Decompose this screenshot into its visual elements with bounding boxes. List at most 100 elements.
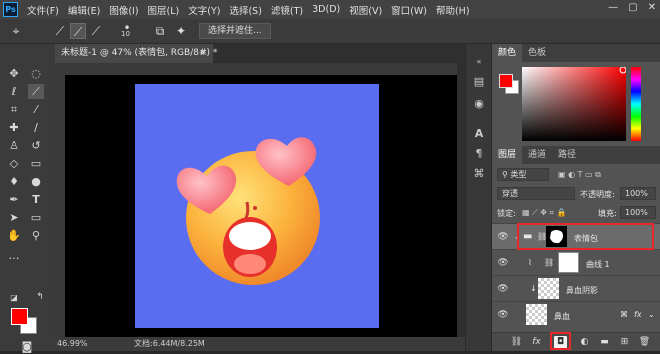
gradient-tool-icon[interactable]: ▭ [28,156,44,171]
collapse-arrows-icon[interactable]: « [471,54,487,70]
history-icon[interactable]: ▤ [471,74,487,90]
maximize-button[interactable]: ▢ [628,2,637,13]
quick-selection-tool-icon[interactable]: ⟋ [28,84,44,99]
more-tools-icon[interactable]: … [6,248,22,263]
menu-layer[interactable]: 图层(L) [148,3,180,17]
filter-kind-label: 类型 [510,170,527,179]
move-tool-icon[interactable]: ✥ [6,66,22,81]
tab-layers[interactable]: 图层 [492,146,523,164]
fill-field[interactable]: 100% [620,206,656,219]
layer-name-curves[interactable]: 曲线 1 [586,259,610,270]
crop-tool-icon[interactable]: ⌗ [6,102,22,117]
document-size[interactable]: 文档:6.44M/8.25M [134,337,205,351]
swap-colors-icon[interactable]: ↰ [32,290,48,305]
minimize-button[interactable]: — [608,2,618,13]
tab-paths[interactable]: 路径 [552,146,582,164]
color-picker-field[interactable] [522,67,626,141]
filter-kind-dropdown[interactable]: ⚲ 类型 [497,168,549,181]
rectangle-tool-icon[interactable]: ▭ [28,210,44,225]
character-icon[interactable]: A [471,126,487,142]
layer-name-nosebleed-shadow[interactable]: 鼻血阴影 [566,285,598,296]
foreground-color-swatch[interactable] [11,308,28,325]
paragraph-icon[interactable]: ¶ [471,146,487,162]
link-icon[interactable]: ⛓ [510,336,523,349]
tab-channels[interactable]: 通道 [522,146,552,164]
brush-size[interactable]: 10 [121,30,130,38]
clone-stamp-icon[interactable]: ♙ [6,138,22,153]
type-tool-icon[interactable]: T [28,192,44,207]
panel-foreground-swatch[interactable] [499,74,513,88]
dodge-tool-icon[interactable]: ● [28,174,44,189]
path-selection-icon[interactable]: ➤ [6,210,22,225]
menu-window[interactable]: 窗口(W) [391,3,427,17]
healing-brush-icon[interactable]: ✚ [6,120,22,135]
menu-image[interactable]: 图像(I) [109,3,138,17]
history-brush-icon[interactable]: ↺ [28,138,44,153]
menu-edit[interactable]: 编辑(E) [68,3,100,17]
nosebleed-thumbnail[interactable] [526,304,547,325]
add-selection-icon[interactable]: ⟋ [70,23,86,39]
new-layer-icon[interactable]: ⊞ [618,336,631,349]
tab-color[interactable]: 颜色 [492,44,523,62]
vertical-scrollbar[interactable] [457,63,465,337]
menu-select[interactable]: 选择(S) [229,3,261,17]
layer-row-nosebleed-shadow[interactable]: 👁 ↓ 鼻血阴影 [492,275,660,301]
blur-tool-icon[interactable]: ♦ [6,174,22,189]
layer-effects-fx[interactable]: fx [634,310,642,319]
status-bar: 46.99% 文档:6.44M/8.25M [55,337,465,351]
lock-icons[interactable]: ▦ ⟋ ✥ ⌗ 🔒 [522,208,567,218]
eyedropper-tool-icon[interactable]: ⁄ [28,102,44,117]
fx-icon[interactable]: fx [530,336,543,349]
zoom-level[interactable]: 46.99% [57,337,88,351]
group-icon[interactable]: ▬ [598,336,611,349]
eraser-tool-icon[interactable]: ◇ [6,156,22,171]
close-window-button[interactable]: ✕ [648,2,656,13]
visibility-eye-icon[interactable]: 👁 [497,257,509,269]
visibility-eye-icon[interactable]: 👁 [497,231,509,243]
layer-row-curves[interactable]: 👁 ⌇ ⛓ 曲线 1 [492,249,660,275]
menu-3d[interactable]: 3D(D) [312,4,340,15]
menu-type[interactable]: 文字(Y) [188,3,220,17]
opacity-field[interactable]: 100% [620,187,656,200]
nosebleed-shadow-thumbnail[interactable] [538,278,559,299]
zoom-tool-icon[interactable]: ⚲ [28,228,44,243]
layer-row-nosebleed[interactable]: 👁 鼻血 ⌘ fx ⌄ [492,301,660,327]
menu-help[interactable]: 帮助(H) [436,3,470,17]
auto-enhance-icon[interactable]: ✦ [173,23,189,39]
hand-tool-icon[interactable]: ✋ [6,228,22,243]
close-tab-icon[interactable]: × [199,44,207,63]
color-panel-tabs: 颜色 色板 [492,44,660,62]
effects-expand-icon[interactable]: ⌄ [648,310,655,319]
marquee-tool-icon[interactable]: ◌ [28,66,44,81]
tab-swatches[interactable]: 色板 [522,44,552,62]
artboard[interactable] [135,84,379,328]
filter-icons[interactable]: ▣ ◐ T ▭ ⧉ [558,170,601,180]
adjustment-icon[interactable]: ◐ [578,336,591,349]
layer-name-nosebleed[interactable]: 鼻血 [554,311,570,322]
curves-mask-thumbnail[interactable] [558,252,579,273]
document-tab[interactable]: 未标题-1 @ 47% (表情包, RGB/8#) * × [55,44,217,63]
subtract-selection-icon[interactable]: ⟋ [88,23,104,39]
quick-mask-icon[interactable]: ◙ [19,339,35,354]
canvas-area[interactable] [65,75,457,337]
menu-view[interactable]: 视图(V) [349,3,382,17]
emoji-teeth [229,222,271,250]
trash-icon[interactable]: 🗑 [638,336,651,349]
brush-settings-icon[interactable]: ⌘ [471,166,487,182]
visibility-eye-icon[interactable]: 👁 [497,309,509,321]
visibility-eye-icon[interactable]: 👁 [497,283,509,295]
new-selection-icon[interactable]: ⟋ [52,23,68,39]
menu-filter[interactable]: 滤镜(T) [271,3,303,17]
sample-all-icon[interactable]: ⧉ [152,23,168,39]
tool-preset-icon[interactable]: ⌖ [8,23,24,39]
brush-tool-icon[interactable]: ∕ [28,120,44,135]
link-chain-icon: ⛓ [544,258,555,267]
blend-mode-dropdown[interactable]: 穿透 [497,187,575,200]
menu-file[interactable]: 文件(F) [27,3,59,17]
properties-icon[interactable]: ◉ [471,96,487,112]
select-and-mask-button[interactable]: 选择并遮住... [199,23,271,39]
pen-tool-icon[interactable]: ✒ [6,192,22,207]
default-colors-icon[interactable]: ◪ [6,290,22,305]
lasso-tool-icon[interactable]: ℓ [6,84,22,99]
hue-slider[interactable] [631,67,641,141]
